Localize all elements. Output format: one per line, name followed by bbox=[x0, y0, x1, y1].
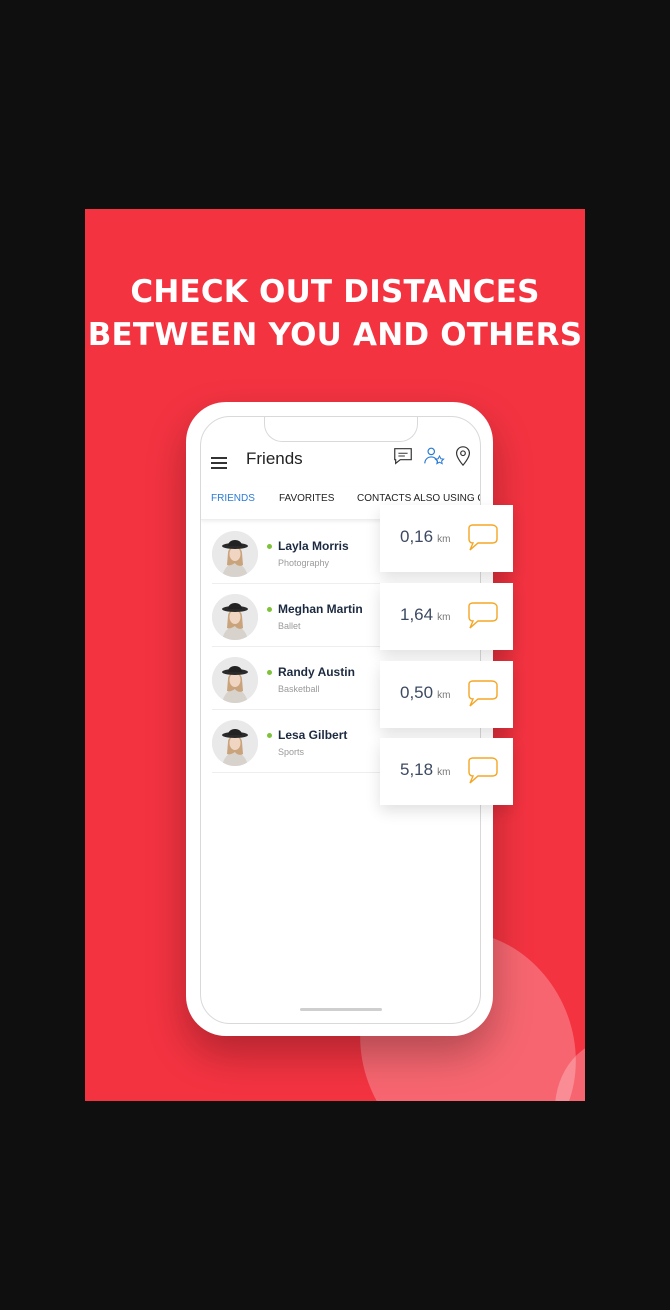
tab-favorites[interactable]: FAVORITES bbox=[279, 493, 334, 504]
chat-bubble-icon[interactable] bbox=[392, 445, 414, 467]
hamburger-menu-icon[interactable] bbox=[211, 457, 227, 469]
distance-unit: km bbox=[437, 767, 451, 778]
headline: CHECK OUT DISTANCES BETWEEN YOU AND OTHE… bbox=[85, 271, 585, 357]
row-divider bbox=[212, 772, 382, 773]
tab-friends[interactable]: FRIENDS bbox=[211, 493, 255, 504]
tab-contacts-also-using[interactable]: CONTACTS ALSO USING CO bbox=[357, 493, 480, 504]
chat-bubble-icon[interactable] bbox=[465, 523, 499, 553]
distance-card: 0,16 km bbox=[380, 505, 513, 572]
page-title: Friends bbox=[246, 449, 303, 468]
chat-bubble-icon[interactable] bbox=[465, 679, 499, 709]
chat-bubble-icon[interactable] bbox=[465, 601, 499, 631]
distance-unit: km bbox=[437, 534, 451, 545]
distance-card: 5,18 km bbox=[380, 738, 513, 805]
friend-name: Layla Morris bbox=[278, 539, 349, 553]
online-status-dot bbox=[267, 733, 272, 738]
friend-activity: Ballet bbox=[278, 621, 301, 631]
friend-activity: Basketball bbox=[278, 684, 320, 694]
distance-unit: km bbox=[437, 690, 451, 701]
distance-value: 5,18 km bbox=[400, 760, 451, 779]
friend-activity: Photography bbox=[278, 558, 330, 568]
avatar bbox=[212, 657, 258, 703]
distance-card: 1,64 km bbox=[380, 583, 513, 650]
chat-bubble-icon[interactable] bbox=[465, 756, 499, 786]
headline-line: BETWEEN YOU AND OTHERS bbox=[87, 317, 583, 353]
distance-value: 0,50 km bbox=[400, 683, 451, 702]
headline-line: CHECK OUT DISTANCES bbox=[130, 274, 540, 310]
app-bar: Friends bbox=[201, 443, 480, 487]
location-pin-icon[interactable] bbox=[452, 445, 474, 467]
friend-name: Randy Austin bbox=[278, 665, 355, 679]
avatar bbox=[212, 531, 258, 577]
people-star-icon[interactable] bbox=[423, 445, 445, 467]
friend-name: Lesa Gilbert bbox=[278, 728, 348, 742]
online-status-dot bbox=[267, 670, 272, 675]
distance-unit: km bbox=[437, 612, 451, 623]
phone-notch bbox=[264, 417, 418, 442]
avatar bbox=[212, 594, 258, 640]
distance-value: 1,64 km bbox=[400, 605, 451, 624]
home-indicator bbox=[300, 1008, 382, 1011]
distance-value: 0,16 km bbox=[400, 527, 451, 546]
online-status-dot bbox=[267, 544, 272, 549]
distance-card: 0,50 km bbox=[380, 661, 513, 728]
online-status-dot bbox=[267, 607, 272, 612]
promo-poster: CHECK OUT DISTANCES BETWEEN YOU AND OTHE… bbox=[85, 209, 585, 1101]
avatar bbox=[212, 720, 258, 766]
friend-activity: Sports bbox=[278, 747, 305, 757]
friend-name: Meghan Martin bbox=[278, 602, 363, 616]
